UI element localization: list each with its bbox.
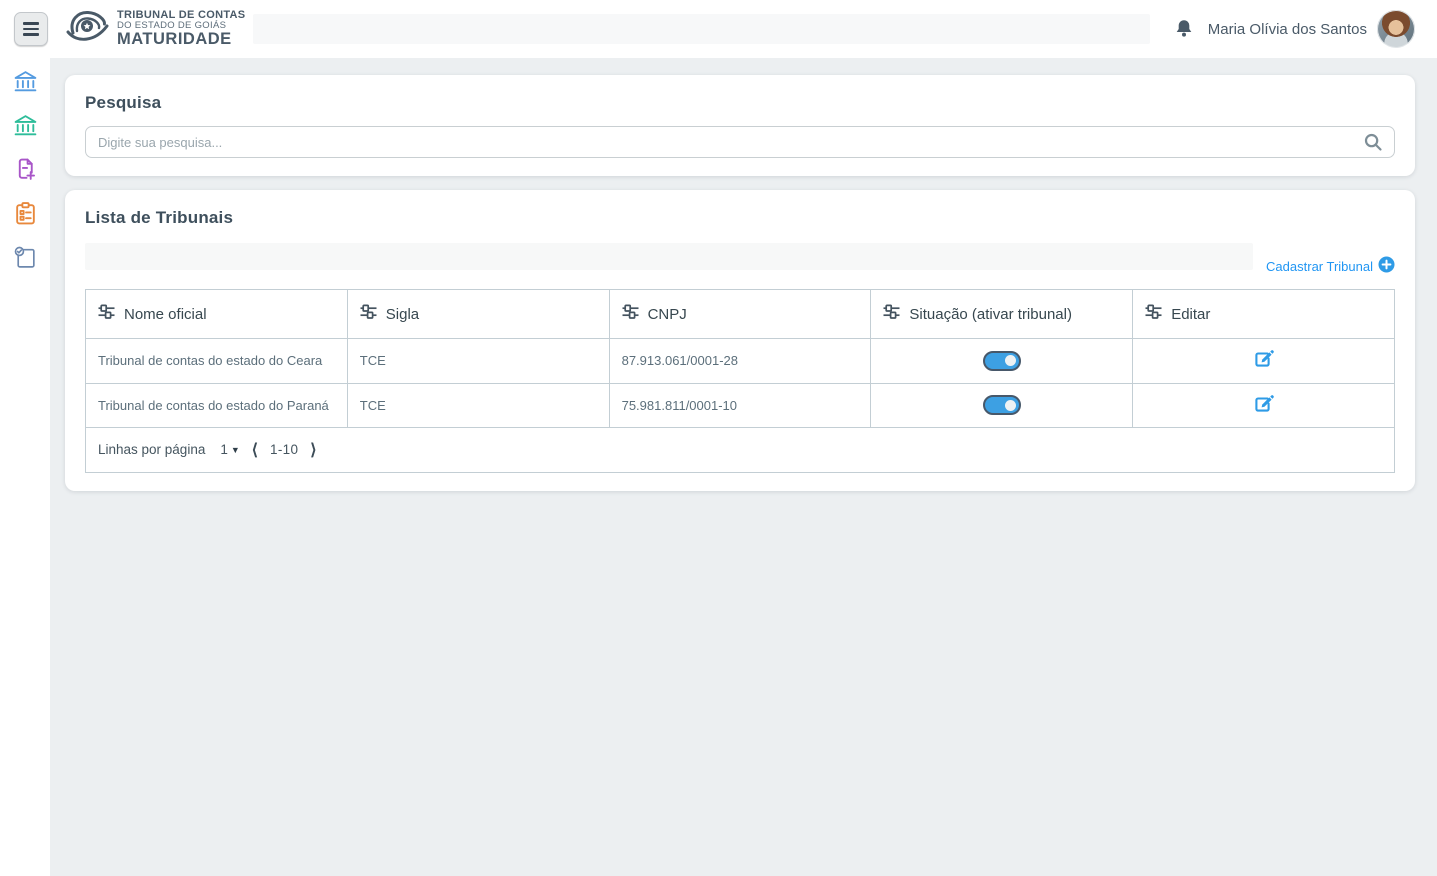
plus-circle-icon: [1378, 256, 1395, 276]
table-row: Tribunal de contas do estado do Ceara TC…: [86, 339, 1395, 384]
rows-per-page-label: Linhas por página: [98, 441, 205, 459]
rows-per-page-value: 1: [220, 441, 228, 459]
clipboard-checklist-icon: [13, 201, 38, 231]
table-row: Tribunal de contas do estado do Paraná T…: [86, 383, 1395, 428]
column-header-editar[interactable]: Editar: [1133, 290, 1395, 339]
column-header-situacao[interactable]: Situação (ativar tribunal): [871, 290, 1133, 339]
column-label: Situação (ativar tribunal): [909, 306, 1072, 323]
sidebar-item-note-check[interactable]: [12, 247, 38, 273]
column-label: Nome oficial: [124, 306, 207, 323]
edit-pencil-icon: [1253, 402, 1274, 417]
column-header-sigla[interactable]: Sigla: [347, 290, 609, 339]
bank-icon: [13, 113, 38, 143]
tribunais-table: Nome oficial S: [85, 289, 1395, 473]
situacao-toggle[interactable]: [983, 395, 1021, 415]
register-tribunal-link[interactable]: Cadastrar Tribunal: [1266, 256, 1395, 276]
topbar: TRIBUNAL DE CONTAS DO ESTADO DE GOIÁS MA…: [0, 0, 1437, 58]
eye-logo-icon: [64, 7, 110, 52]
file-plus-icon: [13, 157, 38, 187]
cell-nome-oficial: Tribunal de contas do estado do Paraná: [86, 383, 348, 428]
user-name: Maria Olívia dos Santos: [1208, 21, 1367, 38]
column-label: Sigla: [386, 306, 419, 323]
hamburger-menu-button[interactable]: [14, 12, 48, 46]
sidebar-item-new-document[interactable]: [12, 159, 38, 185]
edit-button[interactable]: [1253, 393, 1274, 414]
search-icon[interactable]: [1363, 132, 1383, 157]
edit-pencil-icon: [1253, 357, 1274, 372]
cell-cnpj: 87.913.061/0001-28: [609, 339, 871, 384]
filter-sliders-icon: [622, 304, 639, 324]
filter-sliders-icon: [98, 304, 115, 324]
sidebar-item-bank-green[interactable]: [12, 115, 38, 141]
previous-page-button[interactable]: ⟨: [249, 440, 261, 460]
sidebar-item-bank-blue[interactable]: [12, 71, 38, 97]
list-toolbar-placeholder: [85, 243, 1253, 270]
topbar-placeholder: [253, 14, 1149, 44]
notifications-bell-icon[interactable]: [1172, 17, 1196, 41]
situacao-toggle[interactable]: [983, 351, 1021, 371]
cell-sigla: TCE: [347, 339, 609, 384]
search-card-title: Pesquisa: [85, 93, 1395, 113]
cell-nome-oficial: Tribunal de contas do estado do Ceara: [86, 339, 348, 384]
logo-line3: MATURIDADE: [117, 31, 245, 48]
main-content: Pesquisa Lista de Tribunais Cadastrar Tr…: [50, 58, 1437, 876]
filter-sliders-icon: [360, 304, 377, 324]
sidebar-item-checklist[interactable]: [12, 203, 38, 229]
chevron-down-icon: ▼: [231, 444, 240, 456]
column-label: CNPJ: [648, 306, 687, 323]
sidebar: [0, 58, 50, 876]
rows-per-page-select[interactable]: 1 ▼: [220, 441, 239, 459]
app-logo: TRIBUNAL DE CONTAS DO ESTADO DE GOIÁS MA…: [64, 7, 245, 52]
filter-sliders-icon: [883, 304, 900, 324]
tribunal-list-card: Lista de Tribunais Cadastrar Tribunal: [65, 190, 1415, 491]
table-header-row: Nome oficial S: [86, 290, 1395, 339]
edit-button[interactable]: [1253, 348, 1274, 369]
page-range: 1-10: [270, 441, 298, 459]
user-avatar[interactable]: [1377, 10, 1415, 48]
cell-cnpj: 75.981.811/0001-10: [609, 383, 871, 428]
pagination: Linhas por página 1 ▼ ⟨ 1-10 ⟩: [98, 440, 1382, 460]
cell-sigla: TCE: [347, 383, 609, 428]
search-input[interactable]: [85, 126, 1395, 158]
column-header-nome-oficial[interactable]: Nome oficial: [86, 290, 348, 339]
column-label: Editar: [1171, 306, 1210, 323]
list-card-title: Lista de Tribunais: [85, 208, 1395, 228]
pagination-row: Linhas por página 1 ▼ ⟨ 1-10 ⟩: [86, 428, 1395, 473]
column-header-cnpj[interactable]: CNPJ: [609, 290, 871, 339]
bank-icon: [13, 69, 38, 99]
register-tribunal-label: Cadastrar Tribunal: [1266, 259, 1373, 274]
filter-sliders-icon: [1145, 304, 1162, 324]
next-page-button[interactable]: ⟩: [307, 440, 319, 460]
note-check-icon: [13, 245, 38, 275]
search-card: Pesquisa: [65, 75, 1415, 176]
